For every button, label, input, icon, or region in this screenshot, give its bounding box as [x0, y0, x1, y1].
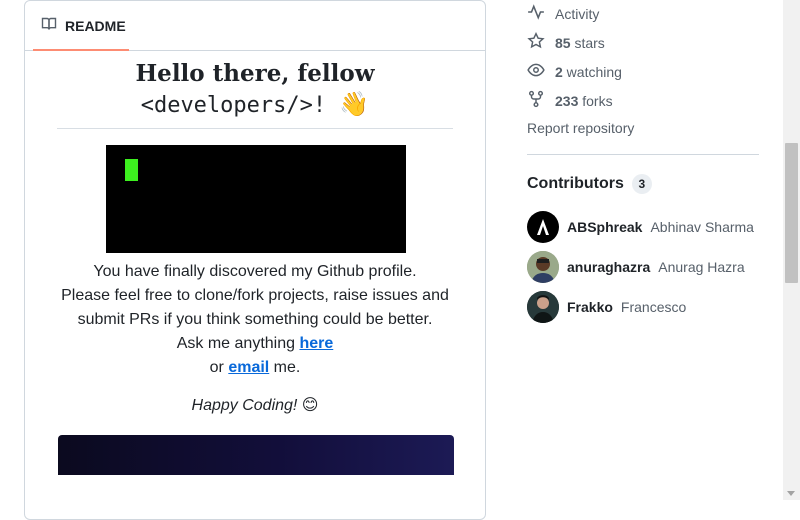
contributors-heading[interactable]: Contributors 3: [527, 174, 652, 194]
intro-line-4: Ask me anything here: [45, 332, 465, 356]
terminal-cursor: [125, 159, 138, 181]
email-link[interactable]: email: [228, 359, 269, 376]
readme-panel: README Hello there, fellow <developers/>…: [24, 0, 486, 520]
forks-label: forks: [578, 92, 613, 109]
contributor-item[interactable]: ABSphreak Abhinav Sharma: [527, 211, 754, 243]
heading-bang: !: [312, 93, 327, 118]
readme-heading: Hello there, fellow <developers/>! 👋: [57, 59, 453, 121]
scroll-down-arrow-icon[interactable]: [787, 491, 795, 496]
forks-link[interactable]: 233 forks: [527, 90, 613, 111]
forks-count: 233: [555, 92, 579, 109]
heading-divider: [57, 128, 453, 129]
watching-label: watching: [562, 63, 622, 80]
waving-hand-icon: 👋: [339, 90, 370, 118]
intro-line-1: You have finally discovered my Github pr…: [93, 263, 417, 280]
readme-tab[interactable]: README: [33, 1, 129, 51]
readme-banner-image: [58, 435, 454, 475]
contributor-login[interactable]: ABSphreak: [567, 219, 642, 235]
happy-coding-text: Happy Coding! 😊: [191, 397, 319, 414]
avatar[interactable]: [527, 211, 559, 243]
contributor-item[interactable]: anuraghazra Anurag Hazra: [527, 251, 745, 283]
avatar-photo: [527, 251, 559, 283]
star-icon: [527, 31, 545, 53]
contributors-count-badge: 3: [631, 174, 652, 194]
scrollbar-thumb[interactable]: [785, 143, 798, 283]
eye-icon: [527, 61, 545, 82]
intro-line-3: submit PRs if you think something could …: [77, 311, 433, 328]
stars-link[interactable]: 85 stars: [527, 31, 605, 53]
or-suffix: me.: [269, 359, 301, 376]
intro-line-5: or email me.: [45, 356, 465, 380]
heading-line1: Hello there, fellow: [135, 60, 375, 87]
contributor-item[interactable]: Frakko Francesco: [527, 291, 686, 323]
contributor-name: Abhinav Sharma: [650, 219, 754, 235]
contributors-title: Contributors: [527, 175, 624, 192]
stars-label: stars: [570, 34, 605, 51]
watching-count: 2: [555, 63, 563, 80]
or-prefix: or: [209, 359, 229, 376]
repo-forked-icon: [527, 90, 545, 111]
pulse-icon: [527, 3, 545, 24]
here-link[interactable]: here: [299, 335, 333, 352]
heading-line2: <developers/>! 👋: [57, 89, 453, 121]
heading-code: <developers/>: [140, 93, 313, 118]
typing-terminal-image: [106, 145, 406, 253]
stars-count: 85: [555, 34, 571, 51]
avatar-photo: [527, 291, 559, 323]
contributor-name: Anurag Hazra: [658, 259, 745, 275]
activity-label: Activity: [555, 5, 600, 22]
contributor-login[interactable]: anuraghazra: [567, 259, 650, 275]
sidebar-divider: [527, 154, 759, 155]
contributor-login[interactable]: Frakko: [567, 299, 613, 315]
book-icon: [41, 16, 57, 35]
activity-link[interactable]: Activity: [527, 3, 599, 24]
contributor-name: Francesco: [620, 299, 687, 315]
ask-prefix: Ask me anything: [176, 335, 300, 352]
report-repository-link[interactable]: Report repository: [527, 120, 634, 136]
avatar[interactable]: [527, 251, 559, 283]
avatar-a-logo: [537, 219, 549, 235]
watching-link[interactable]: 2 watching: [527, 61, 622, 82]
readme-tab-label: README: [65, 17, 126, 34]
page-scrollbar[interactable]: [783, 0, 800, 500]
readme-intro: You have finally discovered my Github pr…: [45, 260, 465, 380]
readme-header: README: [25, 1, 485, 51]
avatar[interactable]: [527, 291, 559, 323]
intro-line-2: Please feel free to clone/fork projects,…: [61, 287, 449, 304]
